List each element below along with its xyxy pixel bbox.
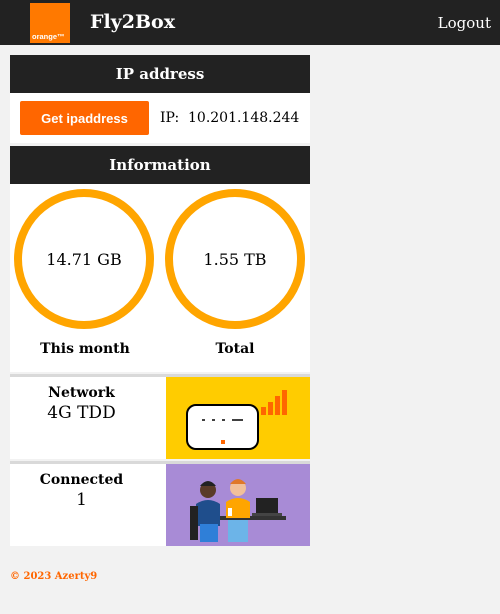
logo-text: orange™ [32, 32, 65, 41]
connected-value: 1 [76, 490, 87, 510]
ip-address-card: IP address Get ipaddress IP: 10.201.148.… [10, 55, 310, 143]
network-tile: Network 4G TDD [10, 374, 310, 459]
footer-copyright: © 2023 Azerty9 [10, 571, 98, 582]
this-month-label: This month [40, 341, 130, 357]
ip-label: IP: [160, 110, 180, 126]
ip-value: 10.201.148.244 [188, 110, 300, 126]
connected-title: Connected [39, 472, 124, 488]
connected-text: Connected 1 [10, 472, 153, 510]
total-gauge: 1.55 TB [165, 189, 305, 329]
orange-logo[interactable]: orange™ [30, 3, 70, 43]
network-text: Network 4G TDD [10, 385, 153, 423]
logout-link[interactable]: Logout [438, 14, 491, 32]
information-card: Information 14.71 GB This month 1.55 TB … [10, 146, 310, 372]
connected-tile: Connected 1 [10, 461, 310, 546]
total-label: Total [215, 341, 255, 357]
people-laptop-illustration [166, 464, 310, 546]
get-ipaddress-button[interactable]: Get ipaddress [20, 101, 149, 135]
total-value: 1.55 TB [203, 249, 267, 269]
info-card-header: Information [10, 146, 310, 184]
brand-title: Fly2Box [90, 11, 176, 33]
top-bar: orange™ Fly2Box Logout [0, 0, 500, 45]
network-value: 4G TDD [47, 403, 116, 423]
this-month-gauge: 14.71 GB [14, 189, 154, 329]
ip-card-header: IP address [10, 55, 310, 93]
ip-row: Get ipaddress IP: 10.201.148.244 [10, 93, 310, 143]
this-month-value: 14.71 GB [46, 249, 122, 269]
network-title: Network [48, 385, 115, 401]
router-icon [166, 377, 310, 459]
